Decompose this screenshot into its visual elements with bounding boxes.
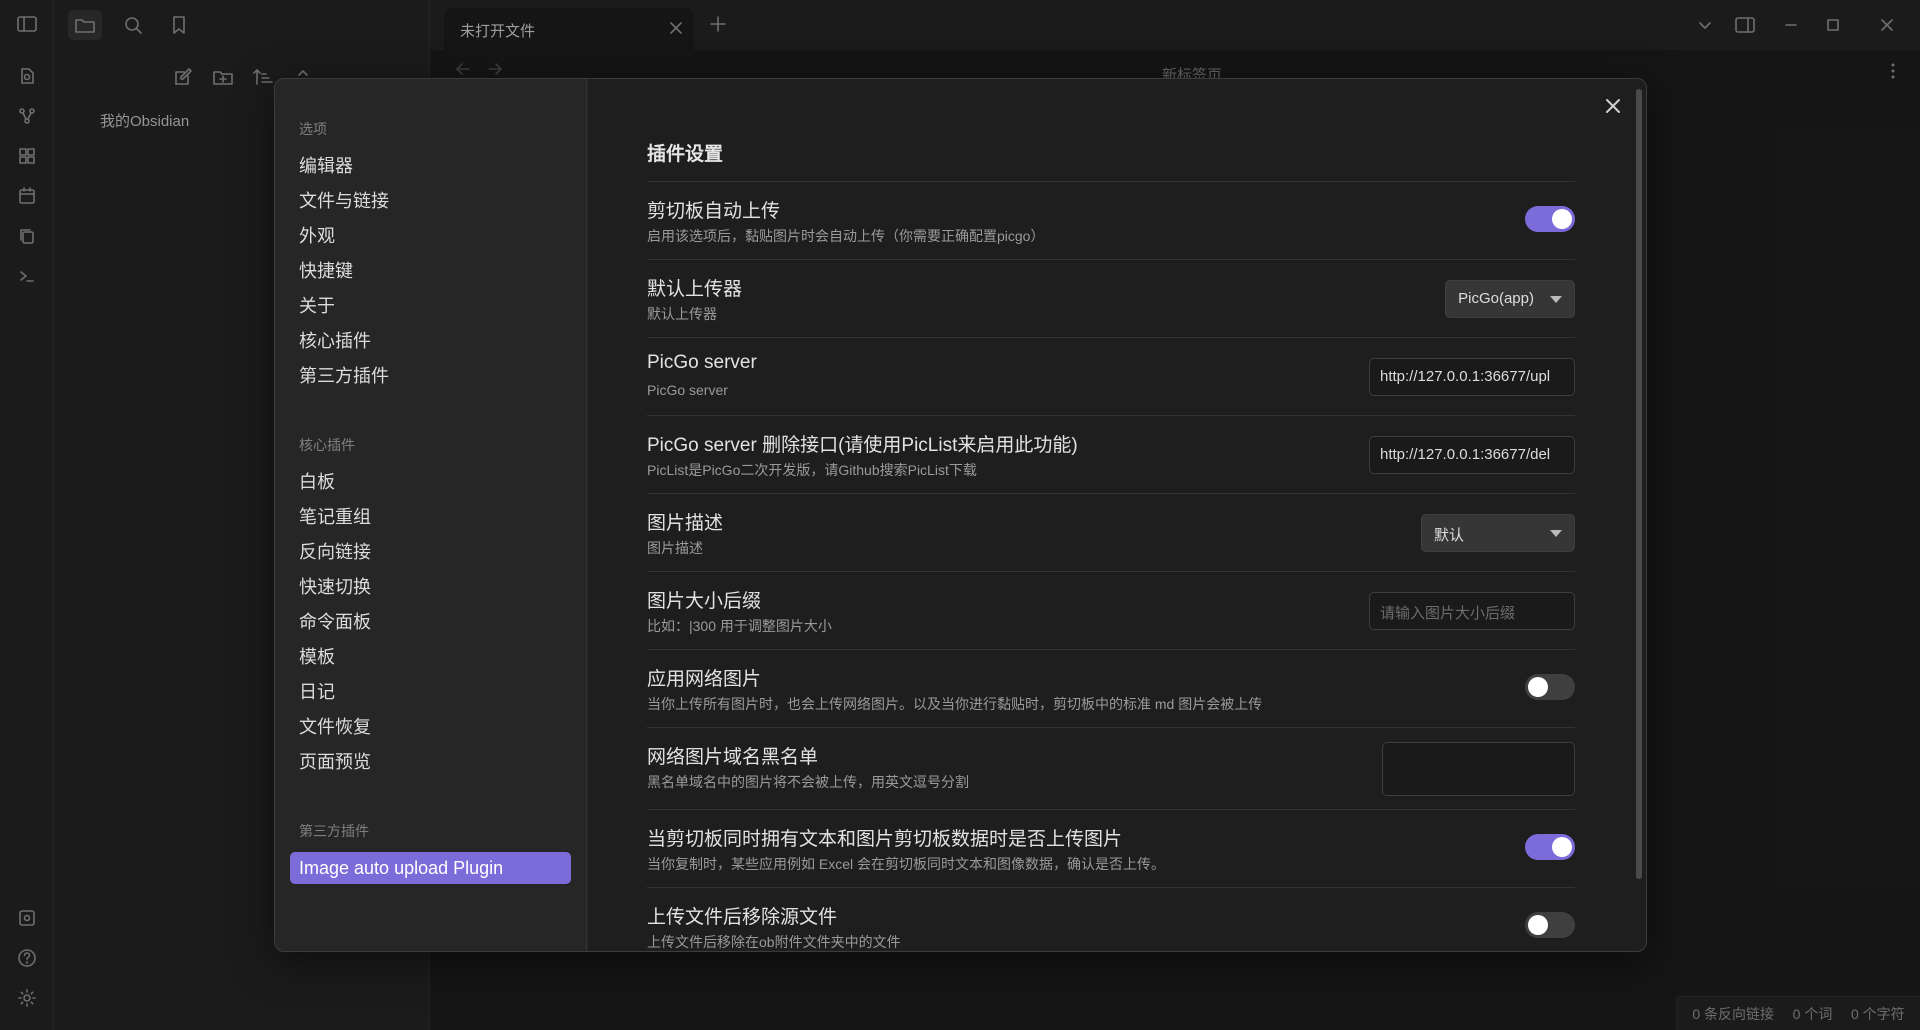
setting-desc: 当你上传所有图片时，也会上传网络图片。以及当你进行黏贴时，剪切板中的标准 md …: [647, 696, 1263, 712]
setting-desc: 上传文件后移除在ob附件文件夹中的文件: [647, 934, 901, 950]
setting-desc: 启用该选项后，黏贴图片时会自动上传（你需要正确配置picgo）: [647, 228, 1045, 244]
select-value: 默认: [1434, 527, 1465, 544]
nav-item-backlinks[interactable]: 反向链接: [299, 538, 371, 564]
nav-item-image-auto-upload[interactable]: Image auto upload Plugin: [290, 852, 571, 884]
setting-name: 网络图片域名黑名单: [647, 747, 819, 768]
image-desc-select[interactable]: 默认: [1421, 514, 1575, 552]
setting-domain-blacklist: 网络图片域名黑名单 黑名单域名中的图片将不会被上传，用英文逗号分割: [647, 727, 1575, 809]
nav-item-file-recovery[interactable]: 文件恢复: [299, 713, 371, 739]
setting-default-uploader: 默认上传器 默认上传器 PicGo(app): [647, 259, 1575, 337]
setting-delete-source: 上传文件后移除源文件 上传文件后移除在ob附件文件夹中的文件: [647, 887, 1575, 951]
domain-blacklist-textarea[interactable]: [1382, 742, 1575, 796]
setting-name: 当剪切板同时拥有文本和图片剪切板数据时是否上传图片: [647, 829, 1123, 850]
image-size-suffix-input[interactable]: 请输入图片大小后缀: [1369, 592, 1575, 630]
nav-item-templates[interactable]: 模板: [299, 643, 335, 669]
chevron-down-icon: [1550, 530, 1562, 537]
setting-name: 上传文件后移除源文件: [647, 907, 838, 928]
picgo-server-input[interactable]: http://127.0.0.1:36677/upl: [1369, 358, 1575, 396]
nav-item-files[interactable]: 文件与链接: [299, 187, 389, 213]
nav-item-label: Image auto upload Plugin: [299, 858, 504, 878]
nav-item-community-plugins[interactable]: 第三方插件: [299, 362, 389, 388]
setting-desc: 图片描述: [647, 540, 703, 556]
setting-clipboard-auto-upload: 剪切板自动上传 启用该选项后，黏贴图片时会自动上传（你需要正确配置picgo）: [647, 181, 1575, 259]
nav-item-core-plugins[interactable]: 核心插件: [299, 327, 371, 353]
setting-name: 应用网络图片: [647, 669, 762, 690]
nav-item-about[interactable]: 关于: [299, 292, 335, 318]
setting-image-desc: 图片描述 图片描述 默认: [647, 493, 1575, 571]
setting-desc: PicGo server: [647, 382, 728, 398]
setting-desc: 当你复制时，某些应用例如 Excel 会在剪切板同时文本和图像数据，确认是否上传…: [647, 856, 1166, 872]
setting-picgo-delete-server: PicGo server 删除接口(请使用PicList来启用此功能) PicL…: [647, 415, 1575, 493]
setting-desc: 黑名单域名中的图片将不会被上传，用英文逗号分割: [647, 774, 969, 790]
modal-close-icon[interactable]: [1598, 91, 1628, 121]
nav-item-note-composer[interactable]: 笔记重组: [299, 503, 371, 529]
nav-item-page-preview[interactable]: 页面预览: [299, 748, 371, 774]
nav-item-appearance[interactable]: 外观: [299, 222, 335, 248]
nav-header-options: 选项: [299, 121, 327, 137]
chevron-down-icon: [1550, 296, 1562, 303]
clipboard-text-image-toggle[interactable]: [1525, 834, 1575, 860]
nav-item-daily-notes[interactable]: 日记: [299, 678, 335, 704]
nav-item-hotkeys[interactable]: 快捷键: [299, 257, 353, 283]
setting-name: 剪切板自动上传: [647, 201, 781, 222]
setting-clipboard-text-and-image: 当剪切板同时拥有文本和图片剪切板数据时是否上传图片 当你复制时，某些应用例如 E…: [647, 809, 1575, 887]
setting-desc: 默认上传器: [647, 306, 717, 322]
setting-picgo-server: PicGo server PicGo server http://127.0.0…: [647, 337, 1575, 415]
work-on-net-toggle[interactable]: [1525, 674, 1575, 700]
settings-nav: 选项 编辑器 文件与链接 外观 快捷键 关于 核心插件 第三方插件 核心插件 白…: [275, 79, 587, 951]
setting-image-size-suffix: 图片大小后缀 比如：|300 用于调整图片大小 请输入图片大小后缀: [647, 571, 1575, 649]
setting-work-on-net: 应用网络图片 当你上传所有图片时，也会上传网络图片。以及当你进行黏贴时，剪切板中…: [647, 649, 1575, 727]
nav-header-core: 核心插件: [299, 437, 355, 453]
clipboard-auto-upload-toggle[interactable]: [1525, 206, 1575, 232]
select-value: PicGo(app): [1458, 290, 1534, 307]
settings-content: 插件设置 剪切板自动上传 启用该选项后，黏贴图片时会自动上传（你需要正确配置pi…: [588, 79, 1646, 951]
delete-source-toggle[interactable]: [1525, 912, 1575, 938]
nav-item-editor[interactable]: 编辑器: [299, 152, 353, 178]
setting-desc: 比如：|300 用于调整图片大小: [647, 618, 832, 634]
settings-modal: 选项 编辑器 文件与链接 外观 快捷键 关于 核心插件 第三方插件 核心插件 白…: [274, 78, 1647, 952]
picgo-delete-server-input[interactable]: http://127.0.0.1:36677/del: [1369, 436, 1575, 474]
nav-header-community: 第三方插件: [299, 823, 369, 839]
section-title: 插件设置: [647, 144, 724, 165]
setting-name: PicGo server: [647, 352, 757, 373]
default-uploader-select[interactable]: PicGo(app): [1445, 280, 1575, 318]
setting-desc: PicList是PicGo二次开发版，请Github搜索PicList下载: [647, 462, 977, 478]
nav-item-command-palette[interactable]: 命令面板: [299, 608, 371, 634]
setting-name: 图片描述: [647, 513, 724, 534]
setting-name: PicGo server 删除接口(请使用PicList来启用此功能): [647, 435, 1078, 456]
content-scrollbar[interactable]: [1636, 89, 1642, 879]
nav-item-quick-switcher[interactable]: 快速切换: [299, 573, 371, 599]
setting-name: 默认上传器: [647, 279, 743, 300]
nav-item-canvas[interactable]: 白板: [299, 468, 335, 494]
setting-name: 图片大小后缀: [647, 591, 762, 612]
